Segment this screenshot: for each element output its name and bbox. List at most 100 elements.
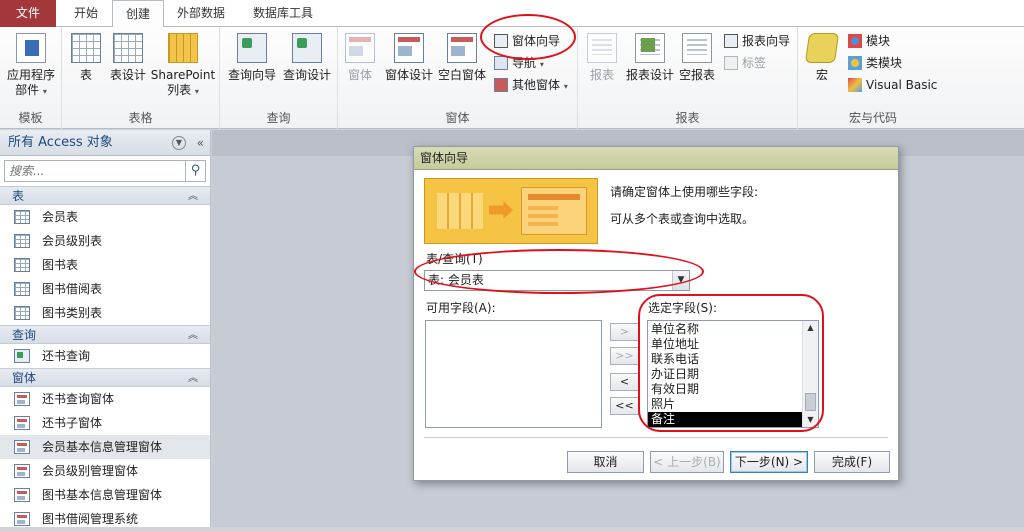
labels-button[interactable]: 标签 xyxy=(722,53,766,73)
add-all-fields-button[interactable]: >> xyxy=(610,347,639,365)
chevron-down-icon[interactable]: ▼ xyxy=(672,271,689,290)
nav-item-table[interactable]: 图书表 xyxy=(0,253,210,277)
selected-field-item[interactable]: 联系电话 xyxy=(648,352,818,367)
nav-item-form[interactable]: 会员级别管理窗体 xyxy=(0,459,210,483)
group-label-templates: 模板 xyxy=(18,111,43,125)
selected-field-item[interactable]: 有效日期 xyxy=(648,382,818,397)
selected-field-item[interactable]: 照片 xyxy=(648,397,818,412)
nav-item-table[interactable]: 图书类别表 xyxy=(0,301,210,325)
blank-form-label: 空白窗体 xyxy=(437,68,486,82)
nav-item-label: 图书借阅管理系统 xyxy=(42,512,139,526)
ribbon: 应用程序 部件 ▾ 模板 表 表设计 SharePoint 列表 ▾ 表格 查询… xyxy=(0,27,1024,129)
nav-item-form[interactable]: 图书基本信息管理窗体 xyxy=(0,483,210,507)
form-icon xyxy=(14,488,30,502)
selected-field-item[interactable]: 备注 xyxy=(648,412,818,427)
class-module-label: 类模块 xyxy=(866,56,903,70)
available-fields-list[interactable] xyxy=(425,320,602,428)
nav-section-label: 窗体 xyxy=(12,371,37,385)
report-wizard-button[interactable]: 报表向导 xyxy=(722,31,790,51)
table-query-select[interactable]: 表: 会员表 ▼ xyxy=(424,270,690,291)
nav-section-queries[interactable]: 查询 ︽ xyxy=(0,325,210,344)
module-icon xyxy=(848,34,862,48)
chevron-down-icon[interactable]: ▼ xyxy=(172,136,186,150)
add-field-button[interactable]: > xyxy=(610,323,639,341)
selected-field-item[interactable]: 单位地址 xyxy=(648,337,818,352)
report-button[interactable]: 报表 xyxy=(584,31,620,83)
nav-item-label: 图书表 xyxy=(42,258,79,272)
nav-item-table[interactable]: 会员级别表 xyxy=(0,229,210,253)
nav-section-tables[interactable]: 表 ︽ xyxy=(0,186,210,205)
nav-item-label: 图书借阅表 xyxy=(42,282,103,296)
blank-report-button[interactable]: 空报表 xyxy=(676,31,718,83)
selected-fields-scrollbar[interactable]: ▲ ▼ xyxy=(802,321,818,427)
tab-database-tools[interactable]: 数据库工具 xyxy=(240,0,326,27)
nav-item-form[interactable]: 图书借阅管理系统 xyxy=(0,507,210,531)
module-label: 模块 xyxy=(866,34,891,48)
remove-all-fields-button[interactable]: << xyxy=(610,397,639,415)
sharepoint-list-button[interactable]: SharePoint 列表 ▾ xyxy=(150,31,216,99)
form-label: 窗体 xyxy=(347,68,372,82)
group-label-tables: 表格 xyxy=(128,111,153,125)
more-forms-button[interactable]: 其他窗体 ▾ xyxy=(492,75,568,95)
form-design-label: 窗体设计 xyxy=(384,68,433,82)
form-icon xyxy=(14,464,30,478)
visual-basic-button[interactable]: Visual Basic xyxy=(846,75,937,95)
remove-field-button[interactable]: < xyxy=(610,373,639,391)
tab-create[interactable]: 创建 xyxy=(112,0,164,28)
group-label-forms: 窗体 xyxy=(445,111,470,125)
dialog-title[interactable]: 窗体向导 xyxy=(414,147,898,170)
form-design-button[interactable]: 窗体设计 xyxy=(382,31,436,83)
query-design-button[interactable]: 查询设计 xyxy=(280,31,334,83)
nav-item-form[interactable]: 还书查询窗体 xyxy=(0,387,210,411)
collapse-pane-icon[interactable]: « xyxy=(197,130,204,156)
back-button[interactable]: < 上一步(B) xyxy=(650,451,724,473)
tab-external-data[interactable]: 外部数据 xyxy=(164,0,238,27)
form-wizard-button[interactable]: 窗体向导 xyxy=(492,31,560,51)
table-label: 表 xyxy=(79,68,92,82)
nav-item-table[interactable]: 图书借阅表 xyxy=(0,277,210,301)
nav-item-label: 会员级别表 xyxy=(42,234,103,248)
macro-button[interactable]: 宏 xyxy=(804,31,840,83)
ribbon-tab-bar: 文件 开始 创建 外部数据 数据库工具 xyxy=(0,0,1024,28)
app-parts-button[interactable]: 应用程序 部件 ▾ xyxy=(2,31,60,99)
class-module-button[interactable]: 类模块 xyxy=(846,53,902,73)
selected-field-item[interactable]: 办证日期 xyxy=(648,367,818,382)
group-label-macros: 宏与代码 xyxy=(848,111,897,125)
table-design-button[interactable]: 表设计 xyxy=(106,31,150,83)
nav-item-form[interactable]: 会员基本信息管理窗体 xyxy=(0,435,210,459)
query-design-label: 查询设计 xyxy=(282,68,331,82)
nav-section-forms[interactable]: 窗体 ︽ xyxy=(0,368,210,387)
report-design-button[interactable]: 报表设计 xyxy=(624,31,676,83)
scroll-up-icon[interactable]: ▲ xyxy=(803,321,818,335)
scroll-thumb[interactable] xyxy=(805,393,816,411)
nav-item-table[interactable]: 会员表 xyxy=(0,205,210,229)
report-design-label: 报表设计 xyxy=(625,68,674,82)
query-wizard-button[interactable]: 查询向导 xyxy=(226,31,278,83)
form-button[interactable]: 窗体 xyxy=(342,31,378,83)
finish-button[interactable]: 完成(F) xyxy=(814,451,890,473)
nav-section-label: 表 xyxy=(12,189,25,203)
table-button[interactable]: 表 xyxy=(68,31,104,83)
nav-pane-title: 所有 Access 对象 xyxy=(8,135,113,150)
table-icon xyxy=(14,282,30,296)
navigation-button[interactable]: 导航 ▾ xyxy=(492,53,544,73)
form-icon xyxy=(14,416,30,430)
search-icon[interactable]: ⚲ xyxy=(185,161,205,181)
selected-fields-list[interactable]: 单位名称 单位地址 联系电话 办证日期 有效日期 照片 备注 ▲ ▼ xyxy=(647,320,819,428)
nav-item-query[interactable]: 还书查询 xyxy=(0,344,210,368)
blank-form-button[interactable]: 空白窗体 xyxy=(436,31,488,83)
query-design-icon xyxy=(292,33,322,63)
table-query-label: 表/查询(T) xyxy=(426,252,483,266)
dialog-prompt: 请确定窗体上使用哪些字段: xyxy=(610,185,759,199)
tab-home[interactable]: 开始 xyxy=(60,0,112,27)
module-button[interactable]: 模块 xyxy=(846,31,890,51)
scroll-down-icon[interactable]: ▼ xyxy=(803,413,818,427)
next-button[interactable]: 下一步(N) > xyxy=(730,451,808,473)
cancel-button[interactable]: 取消 xyxy=(567,451,644,473)
tab-file[interactable]: 文件 xyxy=(0,0,56,27)
nav-item-form[interactable]: 还书子窗体 xyxy=(0,411,210,435)
nav-pane-header[interactable]: 所有 Access 对象 ▼ « xyxy=(0,130,210,156)
table-icon xyxy=(14,210,30,224)
selected-field-item[interactable]: 单位名称 xyxy=(648,322,818,337)
nav-search-input[interactable] xyxy=(5,161,185,181)
